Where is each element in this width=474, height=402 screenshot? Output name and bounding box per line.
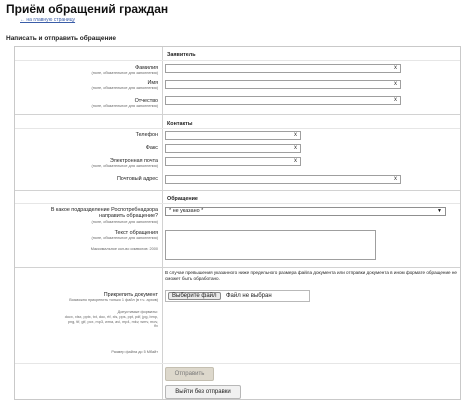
postal-input[interactable]: x [165, 175, 401, 184]
clear-icon[interactable]: x [294, 158, 297, 165]
divider [15, 203, 460, 204]
chevron-down-icon: ▼ [437, 208, 442, 214]
department-required-hint: (поле, обязательное для заполнения) [91, 220, 158, 224]
email-required-hint: (поле, обязательное для заполнения) [91, 164, 158, 168]
attach-only-one-hint: Возможно прикрепить только 1 файл (в т.ч… [69, 298, 158, 302]
postal-label: Почтовый адрес [116, 176, 158, 182]
divider [15, 114, 460, 115]
email-input[interactable]: x [165, 157, 301, 166]
clear-icon[interactable]: x [394, 97, 397, 104]
file-size-warning: В случае превышения указанного ниже пред… [165, 270, 457, 281]
fax-label: Факс [145, 145, 158, 151]
clear-icon[interactable]: x [294, 132, 297, 139]
clear-icon[interactable]: x [394, 81, 397, 88]
patronymic-input[interactable]: x [165, 96, 401, 105]
appeal-textarea[interactable] [165, 230, 376, 260]
appeal-text-max-chars: Максимальное кол-во символов: 2000 [90, 247, 158, 251]
department-select-value: * не указано * [169, 208, 204, 214]
group-contacts-title: Контакты [167, 121, 193, 127]
back-link[interactable]: ← на главную страницу [20, 17, 75, 23]
column-divider [162, 47, 163, 399]
name-required-hint: (поле, обязательное для заполнения) [91, 86, 158, 90]
submit-button[interactable]: Отправить [165, 367, 214, 381]
appeal-form: Заявитель Фамилия (поле, обязательное дл… [14, 46, 461, 400]
appeal-text-required-hint: (поле, обязательное для заполнения) [91, 236, 158, 240]
page-title: Приём обращений граждан [6, 2, 169, 16]
no-file-text: Файл не выбран [226, 293, 272, 299]
divider [15, 267, 460, 268]
group-appeal-title: Обращение [167, 196, 198, 202]
fax-input[interactable]: x [165, 144, 301, 153]
group-applicant-title: Заявитель [167, 52, 196, 58]
clear-icon[interactable]: x [294, 145, 297, 152]
department-label: В какое подразделение Роспотребнадзора н… [50, 207, 158, 219]
surname-input[interactable]: x [165, 64, 401, 73]
file-picker[interactable]: Выберите файл Файл не выбран [165, 290, 310, 302]
phone-input[interactable]: x [165, 131, 301, 140]
divider [15, 363, 460, 364]
surname-required-hint: (поле, обязательное для заполнения) [91, 71, 158, 75]
choose-file-button[interactable]: Выберите файл [168, 292, 221, 300]
divider [15, 128, 460, 129]
clear-icon[interactable]: x [394, 176, 397, 183]
phone-label: Телефон [135, 132, 158, 138]
department-select[interactable]: * не указано * ▼ [165, 207, 446, 216]
clear-icon[interactable]: x [394, 65, 397, 72]
formats-list: docx, xlsx, pptx, txt, doc, rtf, xls, pp… [64, 315, 158, 329]
exit-without-sending-button[interactable]: Выйти без отправки [165, 385, 241, 399]
file-size-limit: Размер файла до 5 Мбайт [111, 350, 158, 354]
patronymic-required-hint: (поле, обязательное для заполнения) [91, 104, 158, 108]
section-title: Написать и отправить обращение [6, 35, 117, 42]
name-input[interactable]: x [165, 80, 401, 89]
divider [15, 60, 460, 61]
formats-title: Допустимые форматы: [117, 310, 158, 314]
divider [15, 190, 460, 191]
